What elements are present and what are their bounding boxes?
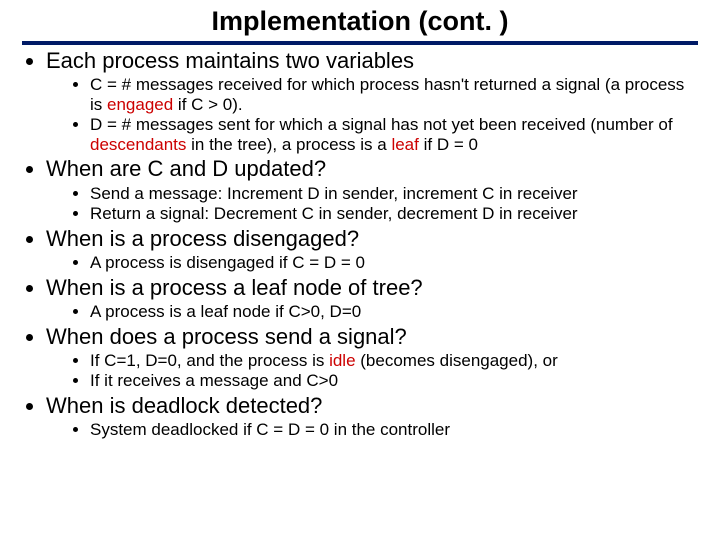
bullet-4-sublist: A process is a leaf node if C>0, D=0 (46, 302, 698, 322)
bullet-3: When is a process disengaged? A process … (46, 226, 698, 273)
bullet-1: Each process maintains two variables C =… (46, 48, 698, 154)
b5s1-post: (becomes disengaged), or (356, 351, 558, 370)
bullet-5-sub-1: If C=1, D=0, and the process is idle (be… (90, 351, 698, 371)
bullet-3-sublist: A process is disengaged if C = D = 0 (46, 253, 698, 273)
bullet-5: When does a process send a signal? If C=… (46, 324, 698, 391)
bullet-2-text: When are C and D updated? (46, 156, 326, 181)
bullet-1-sublist: C = # messages received for which proces… (46, 75, 698, 154)
bullet-6: When is deadlock detected? System deadlo… (46, 393, 698, 440)
bullet-2-sub-1: Send a message: Increment D in sender, i… (90, 184, 698, 204)
b1s2-pre: D = # messages sent for which a signal h… (90, 115, 673, 134)
bullet-5-sublist: If C=1, D=0, and the process is idle (be… (46, 351, 698, 391)
b5s1-pre: If C=1, D=0, and the process is (90, 351, 329, 370)
bullet-6-sub-1: System deadlocked if C = D = 0 in the co… (90, 420, 698, 440)
b1s2-red1: descendants (90, 135, 186, 154)
b1s2-red2: leaf (391, 135, 418, 154)
bullet-3-text: When is a process disengaged? (46, 226, 359, 251)
bullet-4: When is a process a leaf node of tree? A… (46, 275, 698, 322)
bullet-3-sub-1: A process is disengaged if C = D = 0 (90, 253, 698, 273)
bullet-6-sublist: System deadlocked if C = D = 0 in the co… (46, 420, 698, 440)
bullet-1-text: Each process maintains two variables (46, 48, 414, 73)
bullet-4-sub-1: A process is a leaf node if C>0, D=0 (90, 302, 698, 322)
bullet-1-sub-2: D = # messages sent for which a signal h… (90, 115, 698, 154)
bullet-2: When are C and D updated? Send a message… (46, 156, 698, 223)
slide: Implementation (cont. ) Each process mai… (0, 0, 720, 540)
bullet-2-sub-2: Return a signal: Decrement C in sender, … (90, 204, 698, 224)
slide-title: Implementation (cont. ) (22, 6, 698, 39)
b1s2-mid: in the tree), a process is a (186, 135, 391, 154)
bullet-list: Each process maintains two variables C =… (22, 48, 698, 440)
b1s1-red: engaged (107, 95, 173, 114)
bullet-2-sublist: Send a message: Increment D in sender, i… (46, 184, 698, 224)
bullet-5-text: When does a process send a signal? (46, 324, 407, 349)
bullet-4-text: When is a process a leaf node of tree? (46, 275, 423, 300)
bullet-5-sub-2: If it receives a message and C>0 (90, 371, 698, 391)
title-rule (22, 41, 698, 45)
b1s2-post: if D = 0 (419, 135, 478, 154)
b5s1-red: idle (329, 351, 355, 370)
bullet-1-sub-1: C = # messages received for which proces… (90, 75, 698, 114)
b1s1-post: if C > 0). (173, 95, 242, 114)
bullet-6-text: When is deadlock detected? (46, 393, 322, 418)
